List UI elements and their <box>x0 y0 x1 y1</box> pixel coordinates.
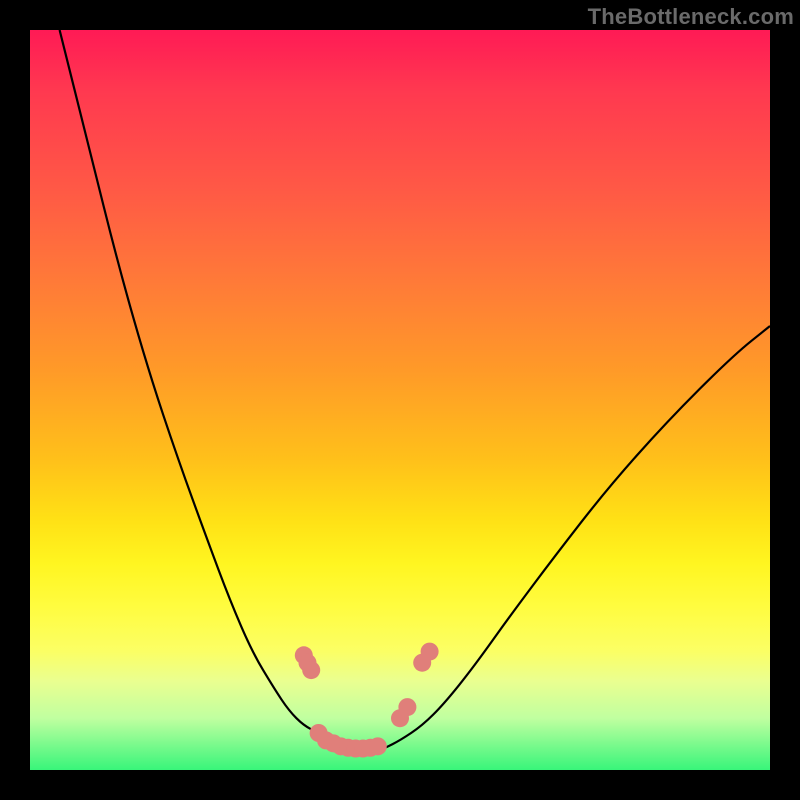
marker-cluster-right <box>391 643 439 728</box>
data-marker <box>369 737 387 755</box>
chart-svg <box>30 30 770 770</box>
curve-right <box>385 326 770 748</box>
chart-plot-area <box>30 30 770 770</box>
data-marker <box>302 661 320 679</box>
curve-left <box>60 30 341 748</box>
data-marker <box>421 643 439 661</box>
watermark-text: TheBottleneck.com <box>588 4 794 30</box>
data-marker <box>398 698 416 716</box>
marker-cluster-left <box>295 646 387 757</box>
